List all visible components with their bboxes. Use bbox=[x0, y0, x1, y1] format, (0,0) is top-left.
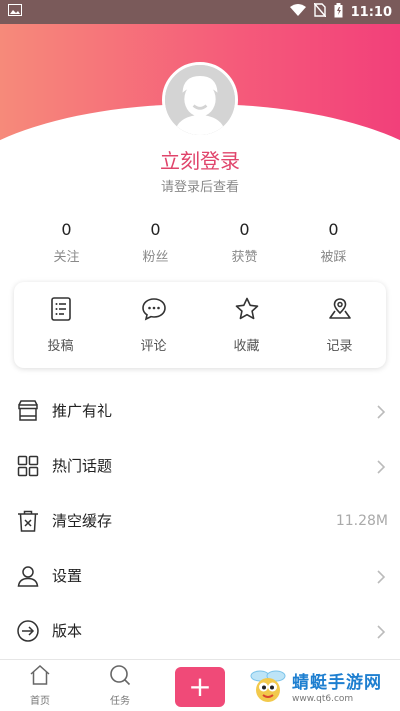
menu-item-hot-topics[interactable]: 热门话题 bbox=[0, 438, 400, 493]
chevron-right-icon bbox=[374, 459, 388, 474]
home-icon bbox=[29, 664, 51, 690]
map-pin-icon bbox=[327, 296, 353, 326]
stats-row: 0 关注 0 粉丝 0 获赞 0 被踩 bbox=[22, 220, 378, 265]
watermark: 蜻蜓手游网 www.qt6.com bbox=[248, 662, 400, 710]
login-subtitle: 请登录后查看 bbox=[160, 180, 239, 195]
chat-bubble-icon bbox=[141, 296, 167, 326]
grid-icon bbox=[16, 454, 40, 478]
menu-item-clear-cache[interactable]: 清空缓存 11.28M bbox=[0, 493, 400, 548]
menu-label: 版本 bbox=[52, 622, 83, 640]
clock: 11:10 bbox=[350, 4, 392, 20]
menu-label: 清空缓存 bbox=[52, 512, 113, 530]
watermark-title: 蜻蜓手游网 bbox=[292, 673, 382, 693]
trash-icon bbox=[16, 509, 40, 533]
battery-icon bbox=[334, 2, 343, 22]
stat-value: 0 bbox=[328, 220, 339, 239]
login-link[interactable]: 立刻登录 bbox=[0, 145, 400, 174]
actions-card: 投稿 评论 收藏 记录 bbox=[14, 282, 386, 368]
status-bar: 11:10 bbox=[0, 0, 400, 24]
action-label: 记录 bbox=[326, 339, 353, 354]
menu-item-settings[interactable]: 设置 bbox=[0, 548, 400, 603]
nav-publish[interactable]: + bbox=[160, 660, 240, 711]
action-label: 收藏 bbox=[233, 339, 260, 354]
cache-size: 11.28M bbox=[335, 512, 388, 529]
nav-label: 首页 bbox=[30, 696, 50, 707]
avatar[interactable] bbox=[162, 62, 238, 138]
stat-label: 关注 bbox=[53, 250, 80, 265]
document-list-icon bbox=[48, 296, 74, 326]
stat-label: 被踩 bbox=[320, 250, 347, 265]
action-history[interactable]: 记录 bbox=[293, 282, 386, 368]
action-label: 投稿 bbox=[47, 339, 74, 354]
action-submit[interactable]: 投稿 bbox=[14, 282, 107, 368]
stat-label: 获赞 bbox=[231, 250, 258, 265]
star-icon bbox=[234, 296, 260, 326]
search-icon bbox=[109, 664, 131, 690]
plus-icon: + bbox=[175, 666, 225, 707]
stat-label: 粉丝 bbox=[142, 250, 169, 265]
action-label: 评论 bbox=[140, 339, 167, 354]
dragonfly-logo-icon bbox=[248, 666, 288, 706]
no-sim-icon bbox=[313, 2, 327, 21]
image-notification-icon bbox=[8, 4, 22, 20]
nav-tasks[interactable]: 任务 bbox=[80, 660, 160, 711]
nav-label: 任务 bbox=[110, 696, 130, 707]
chevron-right-icon bbox=[374, 569, 388, 584]
stat-dislikes[interactable]: 0 被踩 bbox=[289, 220, 378, 265]
stat-likes[interactable]: 0 获赞 bbox=[200, 220, 289, 265]
shop-icon bbox=[16, 399, 40, 423]
wifi-icon bbox=[289, 4, 306, 20]
chevron-right-icon bbox=[374, 404, 388, 419]
menu-label: 热门话题 bbox=[52, 457, 113, 475]
stat-value: 0 bbox=[150, 220, 161, 239]
menu-item-version[interactable]: 版本 bbox=[0, 603, 400, 658]
stat-value: 0 bbox=[239, 220, 250, 239]
arrow-circle-icon bbox=[16, 619, 40, 643]
stat-following[interactable]: 0 关注 bbox=[22, 220, 111, 265]
user-icon bbox=[16, 564, 40, 588]
nav-home[interactable]: 首页 bbox=[0, 660, 80, 711]
action-comment[interactable]: 评论 bbox=[107, 282, 200, 368]
menu-label: 设置 bbox=[52, 567, 83, 585]
settings-menu: 推广有礼 热门话题 清空缓存 11.28M 设置 版本 bbox=[0, 383, 400, 658]
watermark-url: www.qt6.com bbox=[292, 694, 354, 704]
menu-item-promotion[interactable]: 推广有礼 bbox=[0, 383, 400, 438]
screen: 11:10 立刻登录 请登录后查看 0 关注 0 粉丝 0 获赞 0 被踩 投稿… bbox=[0, 0, 400, 711]
stat-fans[interactable]: 0 粉丝 bbox=[111, 220, 200, 265]
menu-label: 推广有礼 bbox=[52, 402, 113, 420]
chevron-right-icon bbox=[374, 624, 388, 639]
stat-value: 0 bbox=[61, 220, 72, 239]
action-favorites[interactable]: 收藏 bbox=[200, 282, 293, 368]
